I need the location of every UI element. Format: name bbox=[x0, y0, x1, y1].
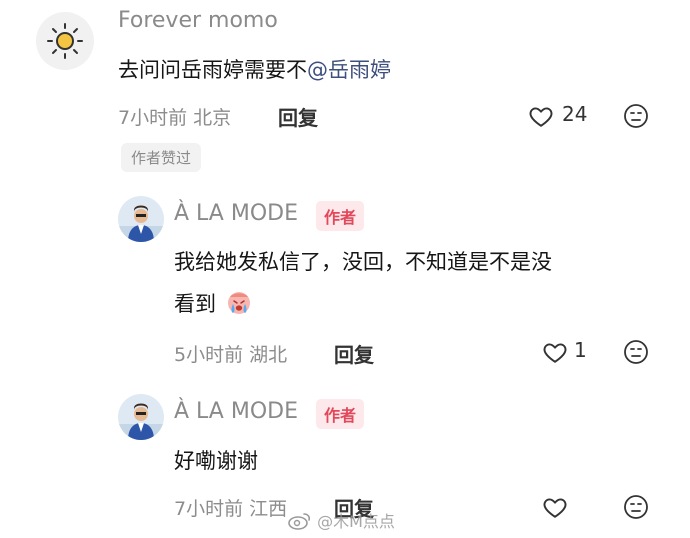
mention-link[interactable]: @岳雨婷 bbox=[307, 58, 391, 82]
reply2-like-button[interactable] bbox=[542, 494, 568, 520]
reply1-text-line1: 我给她发私信了，没回，不知道是不是没 bbox=[174, 250, 552, 274]
watermark-text: @木M点点 bbox=[317, 512, 395, 531]
reply2-meta: 7小时前 江西 bbox=[174, 498, 288, 520]
comment-text-prefix: 去问问岳雨婷需要不 bbox=[118, 58, 307, 82]
comment-dislike-button[interactable] bbox=[622, 102, 650, 130]
reply1-avatar[interactable] bbox=[118, 196, 164, 242]
reply1-text-line2: 看到 bbox=[174, 288, 253, 318]
comment-text: 去问问岳雨婷需要不@岳雨婷 bbox=[118, 54, 391, 84]
reply1-reply-button[interactable]: 回复 bbox=[334, 339, 374, 368]
crying-emoji-icon bbox=[227, 292, 250, 314]
reply1-dislike-button[interactable] bbox=[622, 338, 650, 366]
reply2-avatar[interactable] bbox=[118, 394, 164, 440]
reply1-username[interactable]: À LA MODE bbox=[174, 201, 298, 226]
person-photo-avatar-icon bbox=[118, 394, 164, 440]
reply2-username[interactable]: À LA MODE bbox=[174, 399, 298, 424]
reply1-text-line2-text: 看到 bbox=[174, 292, 216, 316]
comment-reply-button[interactable]: 回复 bbox=[278, 102, 318, 131]
heart-icon bbox=[529, 107, 553, 127]
frown-face-icon bbox=[624, 104, 648, 128]
reply1-meta: 5小时前 湖北 bbox=[174, 344, 288, 366]
person-photo-avatar-icon bbox=[118, 196, 164, 242]
reply2-author-badge: 作者 bbox=[316, 399, 365, 429]
sun-avatar-icon bbox=[47, 23, 83, 59]
weibo-logo-icon bbox=[288, 513, 311, 530]
comment-username[interactable]: Forever momo bbox=[118, 8, 278, 33]
frown-face-icon bbox=[624, 340, 648, 364]
comment-like-button[interactable] bbox=[528, 103, 554, 129]
heart-icon bbox=[543, 343, 567, 363]
author-liked-badge: 作者赞过 bbox=[121, 143, 202, 172]
reply1-like-count: 1 bbox=[574, 338, 587, 362]
reply1-author-badge: 作者 bbox=[316, 201, 365, 231]
comment-meta: 7小时前 北京 bbox=[118, 107, 232, 129]
heart-icon bbox=[543, 498, 567, 518]
watermark: @木M点点 bbox=[288, 508, 395, 532]
frown-face-icon bbox=[624, 495, 648, 519]
reply2-text: 好嘞谢谢 bbox=[174, 449, 258, 473]
reply1-like-button[interactable] bbox=[542, 339, 568, 365]
reply2-dislike-button[interactable] bbox=[622, 493, 650, 521]
avatar-forever-momo[interactable] bbox=[36, 12, 94, 70]
comment-like-count: 24 bbox=[562, 102, 588, 126]
